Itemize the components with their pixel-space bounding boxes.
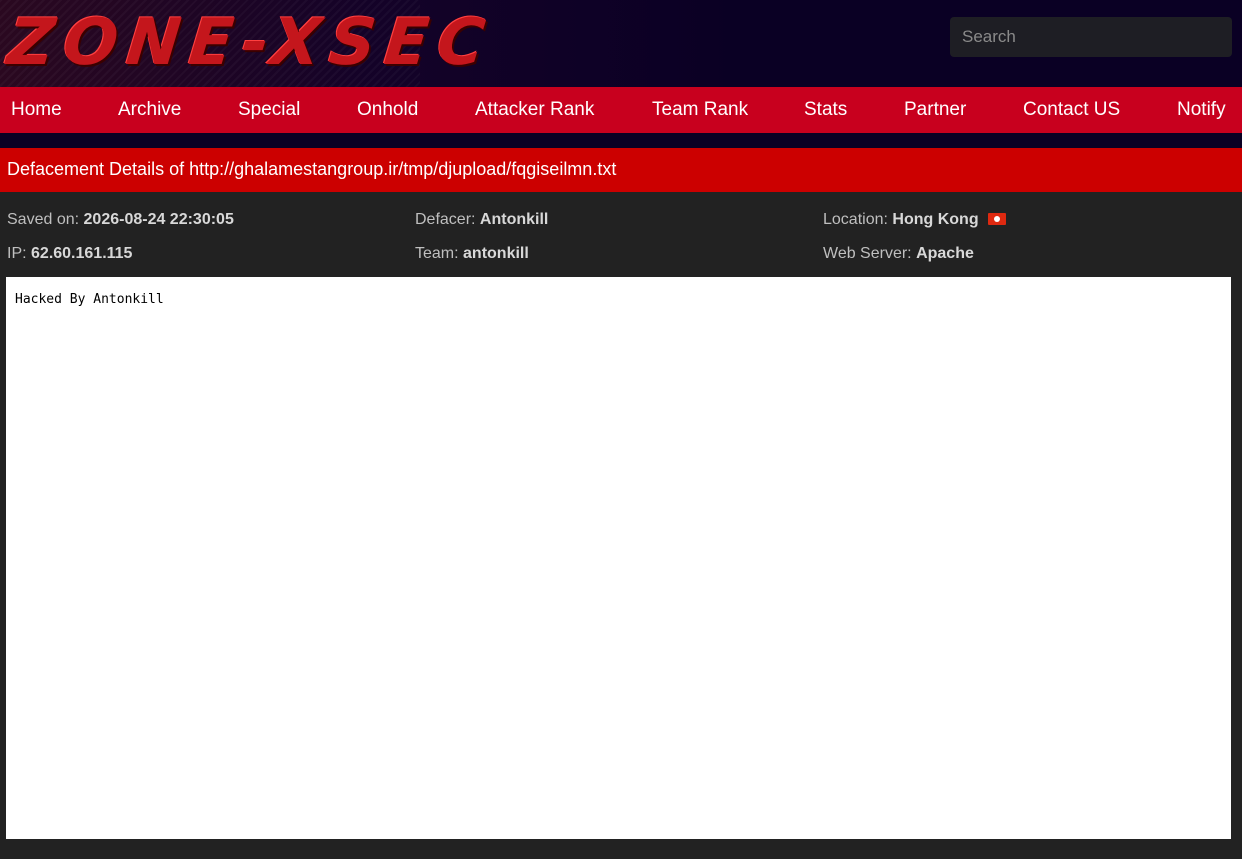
mirror-content-frame[interactable]: Hacked By Antonkill: [6, 277, 1231, 839]
defacer-label: Defacer:: [415, 211, 476, 228]
saved-on-label: Saved on:: [7, 211, 80, 228]
location-value: Hong Kong: [892, 211, 979, 228]
web-server-field: Web Server: Apache: [823, 244, 974, 264]
team-label: Team:: [415, 245, 459, 262]
mirror-content-text: Hacked By Antonkill: [15, 292, 164, 307]
web-server-label: Web Server:: [823, 245, 912, 262]
nav-attacker-rank[interactable]: Attacker Rank: [475, 87, 594, 133]
nav-team-rank[interactable]: Team Rank: [652, 87, 748, 133]
web-server-value: Apache: [916, 245, 974, 262]
ip-value: 62.60.161.115: [31, 245, 133, 262]
location-field: Location: Hong Kong: [823, 210, 1007, 230]
site-header: ZONE-XSEC: [0, 0, 1242, 87]
search-input[interactable]: [950, 17, 1232, 57]
nav-special[interactable]: Special: [238, 87, 300, 133]
page-title: Defacement Details of http://ghalamestan…: [0, 148, 1242, 192]
nav-contact-us[interactable]: Contact US: [1023, 87, 1120, 133]
defacement-info-panel: Saved on: 2026-08-24 22:30:05 Defacer: A…: [0, 192, 1242, 277]
saved-on-field: Saved on: 2026-08-24 22:30:05: [7, 210, 234, 230]
ip-field: IP: 62.60.161.115: [7, 244, 132, 264]
main-nav: Home Archive Special Onhold Attacker Ran…: [0, 87, 1242, 133]
nav-home[interactable]: Home: [11, 87, 62, 133]
nav-stats[interactable]: Stats: [804, 87, 847, 133]
nav-partner[interactable]: Partner: [904, 87, 966, 133]
hong-kong-flag-icon: [988, 213, 1007, 225]
site-logo[interactable]: ZONE-XSEC: [4, 4, 498, 82]
team-field: Team: antonkill: [415, 244, 529, 264]
defacer-field: Defacer: Antonkill: [415, 210, 548, 230]
saved-on-value: 2026-08-24 22:30:05: [83, 211, 234, 228]
location-label: Location:: [823, 211, 888, 228]
team-value[interactable]: antonkill: [463, 245, 529, 262]
defacer-value[interactable]: Antonkill: [480, 211, 548, 228]
nav-archive[interactable]: Archive: [118, 87, 181, 133]
ip-label: IP:: [7, 245, 27, 262]
nav-onhold[interactable]: Onhold: [357, 87, 418, 133]
nav-notify[interactable]: Notify: [1177, 87, 1226, 133]
nav-underline-strip: [0, 133, 1242, 148]
